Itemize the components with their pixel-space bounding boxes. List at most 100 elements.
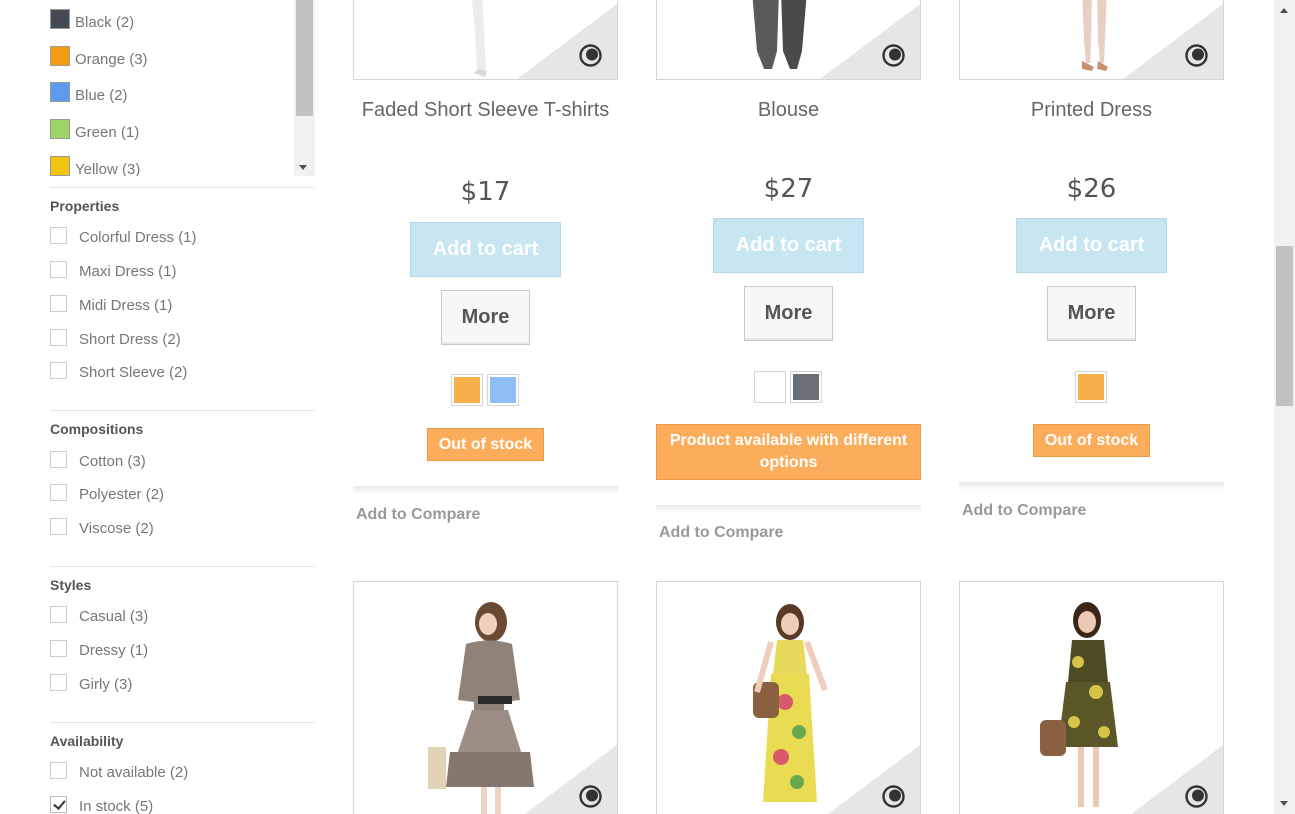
divider: [353, 486, 618, 494]
scrollbar-thumb[interactable]: [296, 0, 313, 116]
styles-title: Styles: [50, 577, 92, 593]
product-image[interactable]: [353, 0, 618, 80]
scroll-up-arrow-icon[interactable]: [1280, 8, 1288, 13]
product-price: $27: [763, 174, 814, 204]
filter-viscose[interactable]: Viscose (2): [50, 517, 154, 538]
checkbox[interactable]: [50, 361, 67, 379]
checkbox-checked[interactable]: [50, 795, 67, 813]
filter-label: Girly (3): [79, 675, 133, 693]
color-filter-black[interactable]: Black (2): [50, 9, 135, 33]
filter-girly[interactable]: Girly (3): [50, 673, 133, 694]
more-button[interactable]: More: [1047, 286, 1136, 341]
filter-label: Not available (2): [79, 763, 189, 781]
color-swatch-white[interactable]: [754, 371, 786, 403]
eye-icon[interactable]: [881, 784, 906, 809]
color-swatch-blue[interactable]: [487, 374, 519, 406]
checkbox[interactable]: [50, 483, 67, 501]
filter-colorful-dress[interactable]: Colorful Dress (1): [50, 226, 197, 247]
filter-short-dress[interactable]: Short Dress (2): [50, 328, 181, 349]
color-filter-label: Yellow (3): [75, 160, 141, 177]
checkbox[interactable]: [50, 260, 67, 278]
filter-midi-dress[interactable]: Midi Dress (1): [50, 294, 173, 315]
filter-label: Viscose (2): [79, 519, 154, 537]
checkbox[interactable]: [50, 450, 67, 468]
color-swatch-grey[interactable]: [790, 371, 822, 403]
page-scrollbar[interactable]: [1274, 0, 1295, 814]
color-swatch: [50, 156, 70, 176]
add-to-compare-link[interactable]: Add to Compare: [659, 524, 783, 542]
color-filter-label: Blue (2): [75, 86, 128, 104]
stock-badge: Product available with different options: [656, 424, 921, 480]
eye-icon[interactable]: [578, 784, 603, 809]
eye-icon[interactable]: [1184, 43, 1209, 68]
color-swatch: [50, 46, 70, 66]
color-swatch: [50, 9, 70, 29]
color-filter-blue[interactable]: Blue (2): [50, 82, 128, 106]
color-filter-orange[interactable]: Orange (3): [50, 46, 148, 70]
checkbox[interactable]: [50, 226, 67, 244]
eye-icon[interactable]: [1184, 784, 1209, 809]
color-swatch: [50, 119, 70, 139]
checkbox[interactable]: [50, 328, 67, 346]
scroll-down-arrow-icon[interactable]: [1280, 801, 1288, 806]
stock-badge: Out of stock: [1033, 424, 1150, 457]
compositions-title: Compositions: [50, 421, 144, 437]
filter-not-available[interactable]: Not available (2): [50, 761, 189, 782]
filter-in-stock[interactable]: In stock (5): [50, 795, 154, 814]
product-image[interactable]: [959, 0, 1224, 80]
scroll-down-arrow-icon[interactable]: [299, 165, 307, 170]
divider: [959, 482, 1224, 490]
scrollbar-thumb[interactable]: [1276, 246, 1293, 406]
product-name[interactable]: Blouse: [656, 96, 921, 125]
divider: [50, 410, 315, 411]
filter-dressy[interactable]: Dressy (1): [50, 639, 149, 660]
more-button[interactable]: More: [744, 286, 833, 341]
eye-icon[interactable]: [578, 43, 603, 68]
filter-label: In stock (5): [79, 797, 154, 814]
product-image[interactable]: [353, 581, 618, 814]
color-filter-green[interactable]: Green (1): [50, 119, 140, 143]
color-filter-label: Black (2): [75, 13, 135, 31]
add-to-cart-button[interactable]: Add to cart: [410, 222, 561, 277]
checkbox[interactable]: [50, 639, 67, 657]
product-image[interactable]: [959, 581, 1224, 814]
eye-icon[interactable]: [881, 43, 906, 68]
color-filter-label: Green (1): [75, 123, 140, 141]
filter-polyester[interactable]: Polyester (2): [50, 483, 165, 504]
product-price: $17: [460, 177, 511, 207]
filter-short-sleeve[interactable]: Short Sleeve (2): [50, 361, 187, 382]
filter-label: Cotton (3): [79, 452, 146, 470]
checkbox[interactable]: [50, 673, 67, 691]
checkbox[interactable]: [50, 605, 67, 623]
color-swatch-orange[interactable]: [1075, 371, 1107, 403]
filter-label: Dressy (1): [79, 641, 149, 659]
filter-casual[interactable]: Casual (3): [50, 605, 148, 626]
filter-label: Polyester (2): [79, 485, 165, 503]
filter-label: Maxi Dress (1): [79, 262, 177, 280]
checkbox[interactable]: [50, 294, 67, 312]
color-list-scrollbar[interactable]: [294, 0, 315, 176]
color-swatch-orange[interactable]: [451, 374, 483, 406]
product-name[interactable]: Printed Dress: [959, 96, 1224, 125]
add-to-compare-link[interactable]: Add to Compare: [962, 502, 1086, 520]
product-image[interactable]: [656, 0, 921, 80]
color-filter-list: Black (2) Orange (3) Blue (2) Green (1) …: [50, 0, 315, 176]
more-button[interactable]: More: [441, 290, 530, 345]
color-filter-label: Orange (3): [75, 50, 148, 68]
filter-maxi-dress[interactable]: Maxi Dress (1): [50, 260, 177, 281]
checkbox[interactable]: [50, 761, 67, 779]
checkbox[interactable]: [50, 517, 67, 535]
color-swatch: [50, 82, 70, 102]
add-to-cart-button[interactable]: Add to cart: [713, 218, 864, 273]
add-to-cart-button[interactable]: Add to cart: [1016, 218, 1167, 273]
filter-label: Midi Dress (1): [79, 296, 173, 314]
divider: [656, 505, 921, 513]
availability-title: Availability: [50, 733, 124, 749]
product-image[interactable]: [656, 581, 921, 814]
filter-label: Short Dress (2): [79, 330, 181, 348]
divider: [50, 566, 315, 567]
add-to-compare-link[interactable]: Add to Compare: [356, 506, 480, 524]
filter-cotton[interactable]: Cotton (3): [50, 450, 146, 471]
product-name[interactable]: Faded Short Sleeve T-shirts: [353, 96, 618, 125]
color-filter-yellow[interactable]: Yellow (3): [50, 156, 141, 177]
